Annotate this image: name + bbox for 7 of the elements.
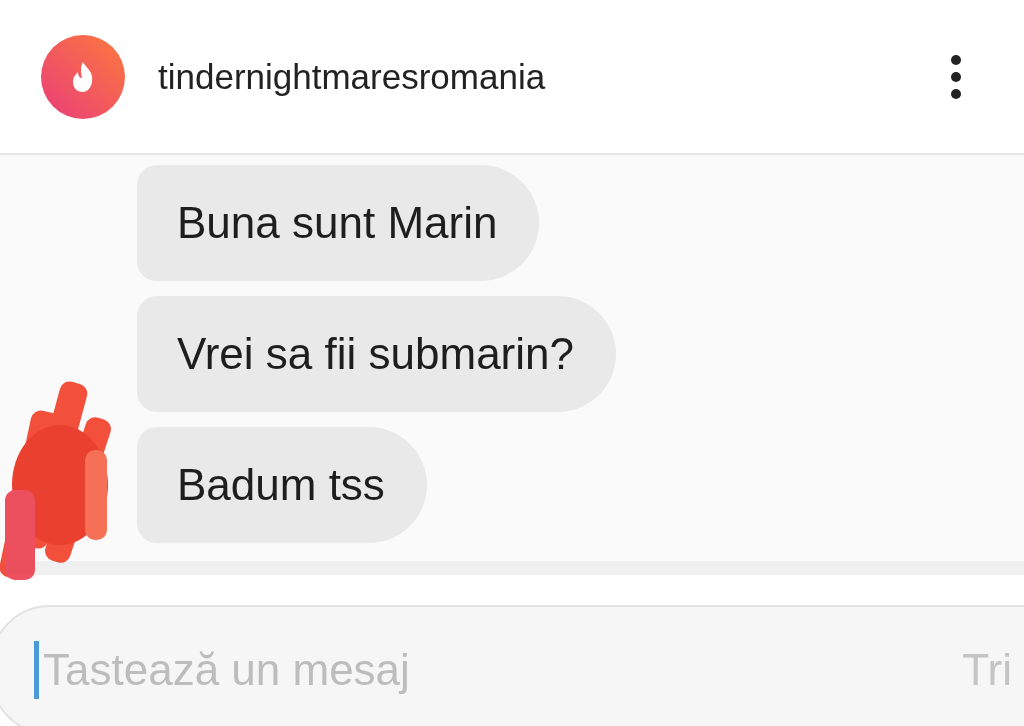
account-name: tindernightmaresromania [158, 56, 546, 97]
message-bubble: Badum tss [137, 427, 427, 543]
text-cursor [34, 641, 39, 699]
message-bubble: Buna sunt Marin [137, 165, 540, 281]
more-options-icon[interactable] [950, 54, 962, 99]
flame-logo-icon [40, 33, 126, 120]
message-bubble: Vrei sa fii submarin? [137, 296, 616, 412]
